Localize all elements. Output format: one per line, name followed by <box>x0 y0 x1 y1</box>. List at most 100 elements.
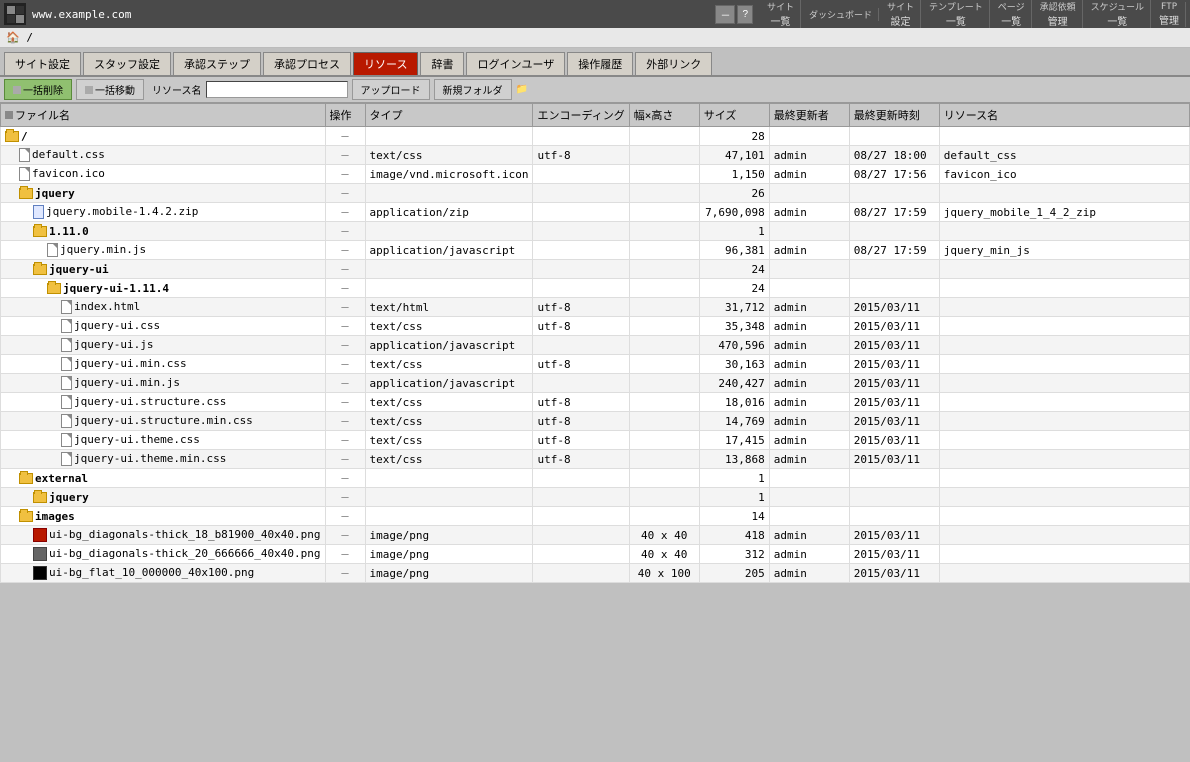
resource-name-input[interactable] <box>206 81 348 98</box>
operation-icon[interactable]: — <box>341 224 348 238</box>
table-row[interactable]: jquery.min.js—application/javascript96,3… <box>1 241 1190 260</box>
table-row[interactable]: jquery-ui.structure.min.css—text/cssutf-… <box>1 412 1190 431</box>
operation-icon[interactable]: — <box>341 148 348 162</box>
operation-icon[interactable]: — <box>341 357 348 371</box>
table-row[interactable]: ui-bg_diagonals-thick_20_666666_40x40.pn… <box>1 545 1190 564</box>
cell-operation[interactable]: — <box>325 450 365 469</box>
table-row[interactable]: /—28 <box>1 127 1190 146</box>
table-row[interactable]: index.html—text/htmlutf-831,712admin2015… <box>1 298 1190 317</box>
operation-icon[interactable]: — <box>341 205 348 219</box>
move-all-btn[interactable]: 一括移動 <box>76 79 144 100</box>
cell-operation[interactable]: — <box>325 184 365 203</box>
cell-operation[interactable]: — <box>325 336 365 355</box>
table-row[interactable]: jquery.mobile-1.4.2.zip—application/zip7… <box>1 203 1190 222</box>
operation-icon[interactable]: — <box>341 281 348 295</box>
operation-icon[interactable]: — <box>341 300 348 314</box>
nav-dashboard[interactable]: ダッシュボード <box>803 8 879 21</box>
nav-site-settings[interactable]: サイト 設定 <box>881 0 921 28</box>
cell-operation[interactable]: — <box>325 488 365 507</box>
operation-icon[interactable]: — <box>341 395 348 409</box>
cell-operation[interactable]: — <box>325 165 365 184</box>
nav-schedule[interactable]: スケジュール 一覧 <box>1085 0 1151 28</box>
cell-operation[interactable]: — <box>325 507 365 526</box>
cell-operation[interactable]: — <box>325 412 365 431</box>
table-row[interactable]: jquery-ui.css—text/cssutf-835,348admin20… <box>1 317 1190 336</box>
tab-external-links[interactable]: 外部リンク <box>635 52 712 75</box>
operation-icon[interactable]: — <box>341 167 348 181</box>
tab-resources[interactable]: リソース <box>353 52 418 75</box>
operation-icon[interactable]: — <box>341 338 348 352</box>
tab-approval-steps[interactable]: 承認ステップ <box>173 52 261 75</box>
cell-operation[interactable]: — <box>325 260 365 279</box>
nav-page-list[interactable]: ページ 一覧 <box>992 0 1032 28</box>
operation-icon[interactable]: — <box>341 262 348 276</box>
table-row[interactable]: images—14 <box>1 507 1190 526</box>
table-row[interactable]: jquery-ui.theme.min.css—text/cssutf-813,… <box>1 450 1190 469</box>
col-icon <box>5 111 13 119</box>
cell-resname <box>939 450 1189 469</box>
cell-operation[interactable]: — <box>325 298 365 317</box>
tab-site-settings[interactable]: サイト設定 <box>4 52 81 75</box>
cell-operation[interactable]: — <box>325 317 365 336</box>
table-row[interactable]: jquery—26 <box>1 184 1190 203</box>
table-row[interactable]: jquery-ui.min.css—text/cssutf-830,163adm… <box>1 355 1190 374</box>
cell-operation[interactable]: — <box>325 127 365 146</box>
operation-icon[interactable]: — <box>341 129 348 143</box>
table-row[interactable]: favicon.ico—image/vnd.microsoft.icon1,15… <box>1 165 1190 184</box>
nav-ftp[interactable]: FTP 管理 <box>1153 2 1186 27</box>
operation-icon[interactable]: — <box>341 490 348 504</box>
cell-operation[interactable]: — <box>325 526 365 545</box>
table-row[interactable]: jquery-ui.structure.css—text/cssutf-818,… <box>1 393 1190 412</box>
cell-operation[interactable]: — <box>325 393 365 412</box>
cell-operation[interactable]: — <box>325 203 365 222</box>
nav-site-list[interactable]: サイト 一覧 <box>761 0 801 28</box>
cell-operation[interactable]: — <box>325 374 365 393</box>
table-row[interactable]: external—1 <box>1 469 1190 488</box>
operation-icon[interactable]: — <box>341 319 348 333</box>
table-row[interactable]: jquery-ui.js—application/javascript470,5… <box>1 336 1190 355</box>
tab-operation-history[interactable]: 操作履歴 <box>567 52 633 75</box>
operation-icon[interactable]: — <box>341 528 348 542</box>
operation-icon[interactable]: — <box>341 547 348 561</box>
cell-operation[interactable]: — <box>325 564 365 583</box>
table-row[interactable]: jquery-ui.theme.css—text/cssutf-817,415a… <box>1 431 1190 450</box>
cell-updated: 2015/03/11 <box>849 317 939 336</box>
table-row[interactable]: default.css—text/cssutf-847,101admin08/2… <box>1 146 1190 165</box>
table-row[interactable]: jquery—1 <box>1 488 1190 507</box>
cell-operation[interactable]: — <box>325 431 365 450</box>
nav-template-list[interactable]: テンプレート 一覧 <box>923 0 990 28</box>
cell-operation[interactable]: — <box>325 545 365 564</box>
operation-icon[interactable]: — <box>341 243 348 257</box>
tab-approval-process[interactable]: 承認プロセス <box>263 52 351 75</box>
cell-operation[interactable]: — <box>325 355 365 374</box>
cell-updater: admin <box>769 241 849 260</box>
tab-login-users[interactable]: ログインユーザ <box>466 52 565 75</box>
cell-operation[interactable]: — <box>325 241 365 260</box>
table-row[interactable]: ui-bg_flat_10_000000_40x100.png—image/pn… <box>1 564 1190 583</box>
table-row[interactable]: ui-bg_diagonals-thick_18_b81900_40x40.pn… <box>1 526 1190 545</box>
operation-icon[interactable]: — <box>341 452 348 466</box>
cell-operation[interactable]: — <box>325 279 365 298</box>
cell-operation[interactable]: — <box>325 222 365 241</box>
delete-all-btn[interactable]: 一括削除 <box>4 79 72 100</box>
operation-icon[interactable]: — <box>341 509 348 523</box>
operation-icon[interactable]: — <box>341 376 348 390</box>
table-row[interactable]: jquery-ui-1.11.4—24 <box>1 279 1190 298</box>
operation-icon[interactable]: — <box>341 566 348 580</box>
operation-icon[interactable]: — <box>341 186 348 200</box>
new-folder-btn[interactable]: 新規フォルダ <box>434 79 512 100</box>
help-btn[interactable]: ? <box>737 5 753 24</box>
tab-dictionary[interactable]: 辞書 <box>420 52 464 75</box>
operation-icon[interactable]: — <box>341 414 348 428</box>
nav-approval[interactable]: 承認依頼 管理 <box>1034 0 1083 28</box>
operation-icon[interactable]: — <box>341 433 348 447</box>
table-row[interactable]: 1.11.0—1 <box>1 222 1190 241</box>
cell-operation[interactable]: — <box>325 469 365 488</box>
table-row[interactable]: jquery-ui.min.js—application/javascript2… <box>1 374 1190 393</box>
upload-btn[interactable]: アップロード <box>352 79 430 100</box>
operation-icon[interactable]: — <box>341 471 348 485</box>
minimize-btn[interactable]: － <box>715 5 735 24</box>
cell-operation[interactable]: — <box>325 146 365 165</box>
table-row[interactable]: jquery-ui—24 <box>1 260 1190 279</box>
tab-staff-settings[interactable]: スタッフ設定 <box>83 52 171 75</box>
